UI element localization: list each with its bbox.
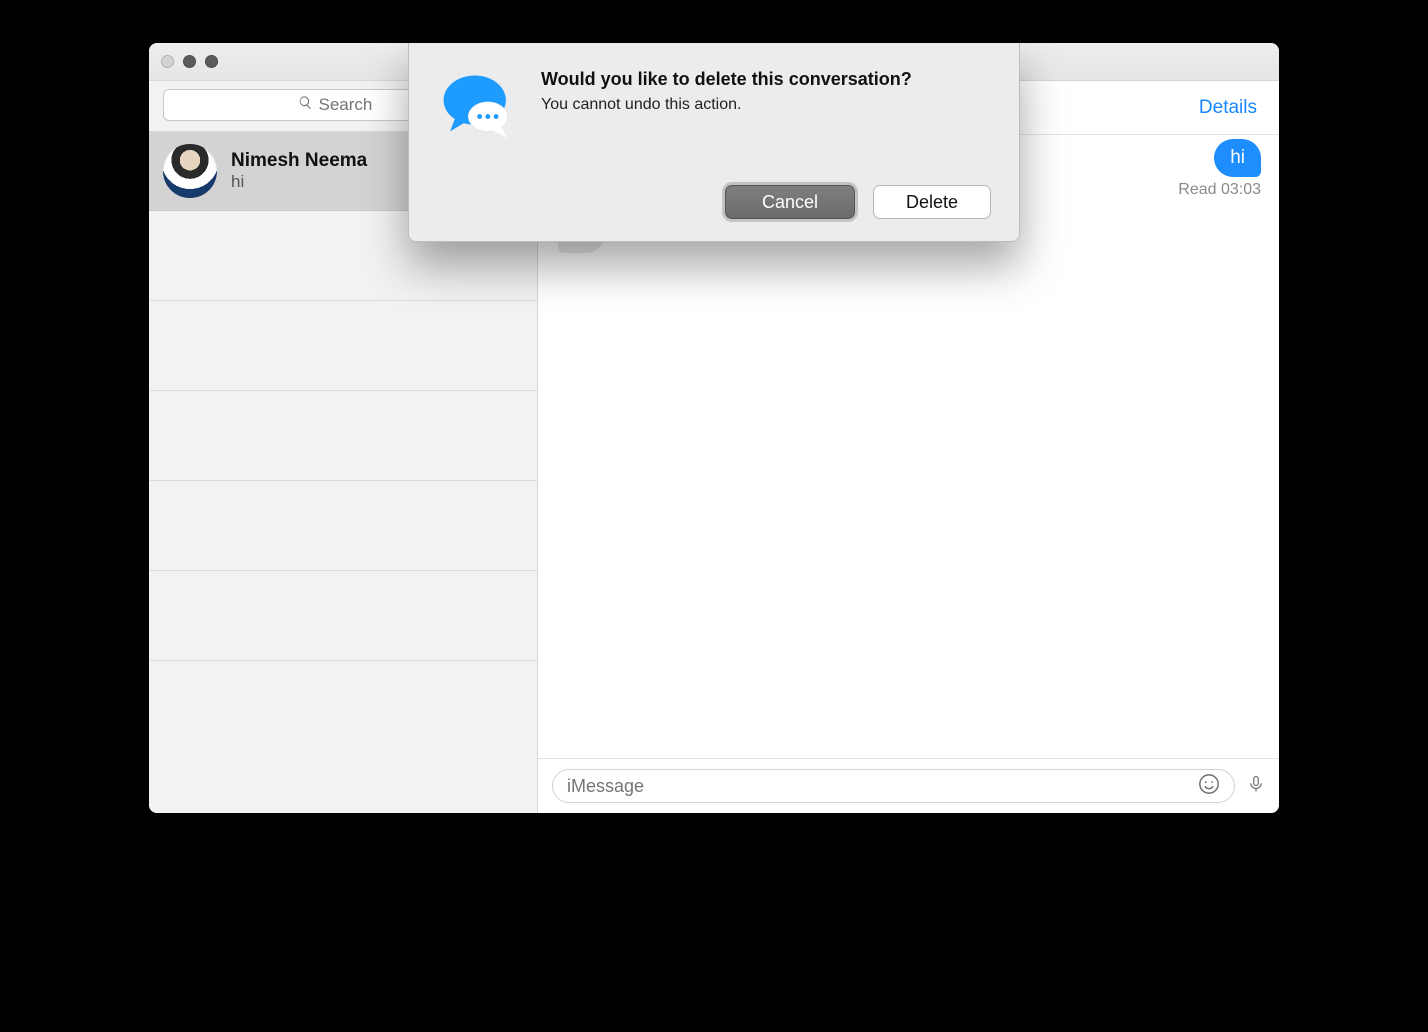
empty-row <box>149 391 537 481</box>
delete-conversation-dialog: Would you like to delete this conversati… <box>408 43 1020 242</box>
search-icon <box>298 95 313 115</box>
dialog-buttons: Cancel Delete <box>437 185 991 219</box>
cancel-button[interactable]: Cancel <box>725 185 855 219</box>
traffic-lights <box>161 55 218 68</box>
empty-conversation-rows <box>149 211 537 661</box>
window-minimize-button[interactable] <box>183 55 196 68</box>
dialog-text: Would you like to delete this conversati… <box>541 69 912 151</box>
emoji-icon[interactable] <box>1198 773 1220 800</box>
conversation-name: Nimesh Neema <box>231 150 367 172</box>
delete-button[interactable]: Delete <box>873 185 991 219</box>
window-zoom-button[interactable] <box>205 55 218 68</box>
details-button[interactable]: Details <box>1199 97 1257 119</box>
dialog-body: Would you like to delete this conversati… <box>437 69 991 151</box>
empty-row <box>149 301 537 391</box>
search-input[interactable] <box>319 95 389 115</box>
conversation-meta: Nimesh Neema hi <box>231 150 367 192</box>
messages-window: Nimesh Neema hi Details 840 <box>149 43 1279 813</box>
dialog-subtitle: You cannot undo this action. <box>541 96 912 114</box>
microphone-icon[interactable] <box>1247 772 1265 801</box>
dialog-title: Would you like to delete this conversati… <box>541 69 912 90</box>
compose-bar <box>538 758 1279 813</box>
avatar <box>163 144 217 198</box>
empty-row <box>149 481 537 571</box>
messages-app-icon <box>437 69 519 151</box>
sent-message-bubble[interactable]: hi <box>1214 139 1261 177</box>
empty-row <box>149 571 537 661</box>
window-close-button[interactable] <box>161 55 174 68</box>
conversation-preview: hi <box>231 172 367 192</box>
compose-input[interactable] <box>567 776 1198 797</box>
compose-field[interactable] <box>552 769 1235 803</box>
read-receipt: Read 03:03 <box>1178 181 1261 199</box>
